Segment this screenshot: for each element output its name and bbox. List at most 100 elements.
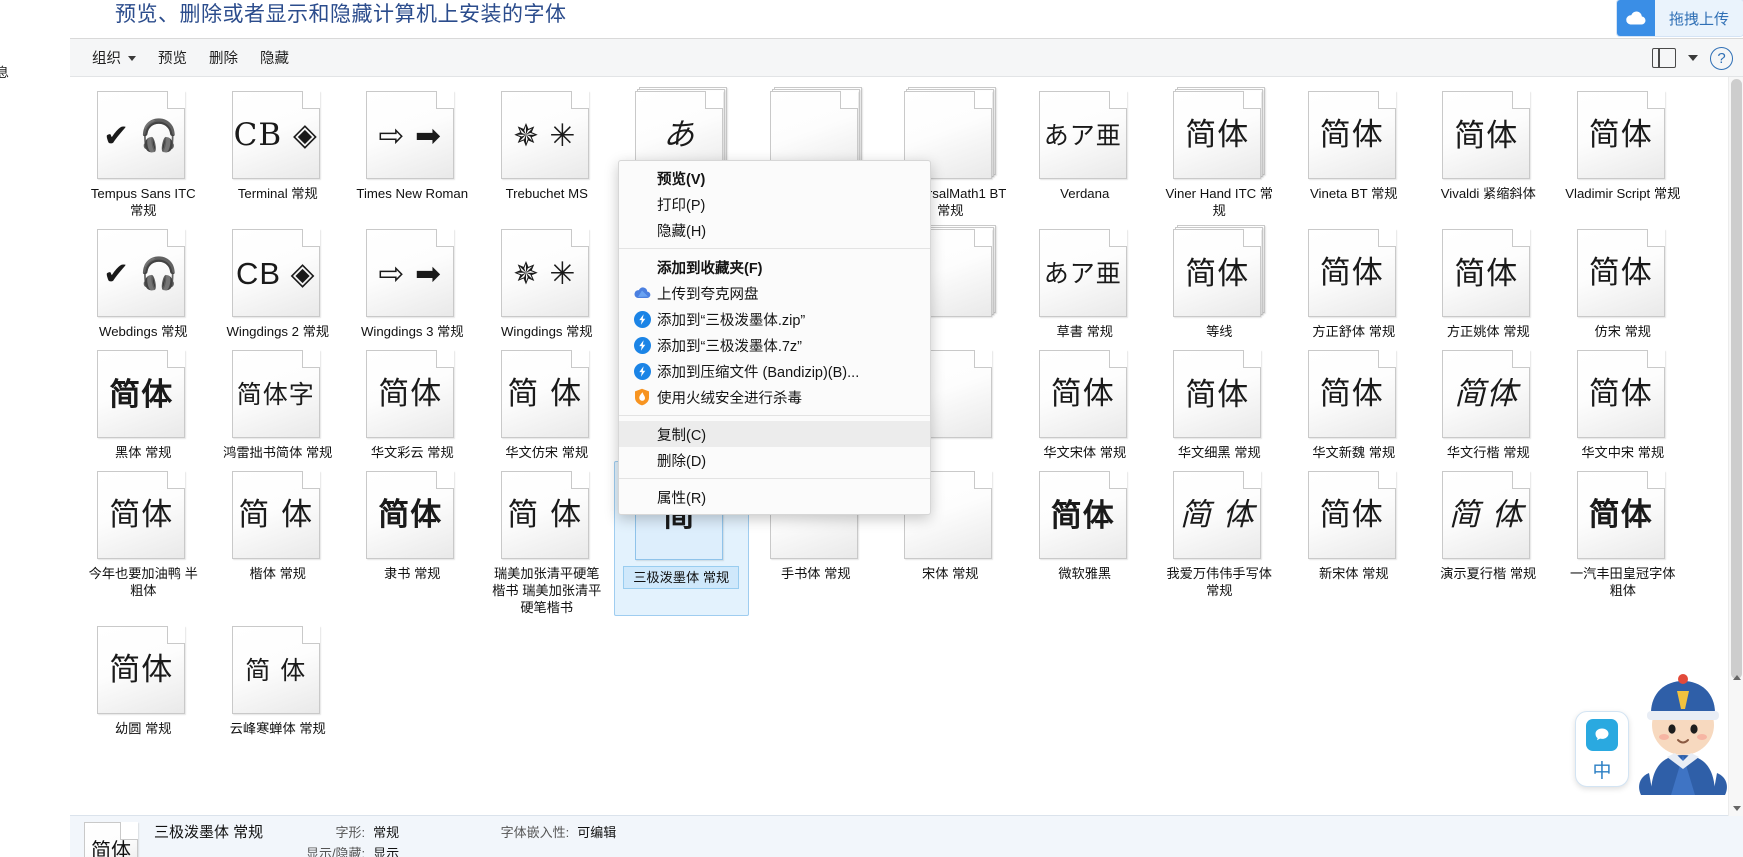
font-tile-thumbnail: 简体 bbox=[1038, 346, 1131, 438]
font-tile-label: Viner Hand ITC 常规 bbox=[1165, 186, 1274, 218]
context-menu-item-label: 添加到压缩文件 (Bandizip)(B)... bbox=[657, 364, 860, 381]
font-tile-label: Tempus Sans ITC 常规 bbox=[90, 186, 196, 218]
context-menu-item[interactable]: 隐藏(H) bbox=[619, 217, 930, 243]
font-tile[interactable]: 简 体华文仿宋 常规 bbox=[480, 340, 615, 461]
font-tile-thumbnail: 简 体 bbox=[231, 467, 324, 559]
context-menu-item-label: 删除(D) bbox=[657, 453, 707, 470]
context-menu-item[interactable]: 上传到夸克网盘 bbox=[619, 280, 930, 306]
context-menu-item[interactable]: 预览(V) bbox=[619, 165, 930, 191]
font-tile-label: 云峰寒蝉体 常规 bbox=[229, 721, 326, 736]
context-menu-separator bbox=[619, 415, 930, 416]
details-value: 显示 bbox=[373, 846, 400, 857]
font-tile[interactable]: 简体 华文中宋 常规 bbox=[1556, 340, 1691, 461]
view-layout-icon[interactable] bbox=[1652, 48, 1676, 68]
context-menu-item[interactable]: 删除(D) bbox=[619, 447, 930, 473]
ime-status-panel[interactable]: 中 bbox=[1575, 711, 1629, 787]
context-menu-item[interactable]: 属性(R) bbox=[619, 484, 930, 510]
font-tile[interactable]: 简 体瑞美加张清平硬笔楷书 瑞美加张清平硬笔楷书 bbox=[480, 461, 615, 616]
toolbar-item-label: 隐藏 bbox=[260, 51, 289, 67]
toolbar-item-label: 预览 bbox=[158, 51, 187, 67]
font-tile[interactable]: CB ◈ Wingdings 2 常规 bbox=[211, 219, 346, 340]
font-tile-label: Trebuchet MS bbox=[505, 186, 588, 201]
context-menu-item[interactable]: 复制(C) bbox=[619, 421, 930, 447]
font-tile[interactable]: 简体 方正舒体 常规 bbox=[1287, 219, 1422, 340]
toolbar-item-preview[interactable]: 预览 bbox=[147, 43, 198, 72]
font-tile-label: 今年也要加油鸭 半粗体 bbox=[88, 566, 198, 598]
font-tile-thumbnail: 简体 bbox=[97, 622, 189, 714]
font-tile[interactable]: 简体字 鸿雷拙书简体 常规 bbox=[211, 340, 346, 461]
font-tile[interactable]: 简体 黑体 常规 bbox=[76, 340, 211, 461]
font-tile[interactable]: 简 体我爱万伟伟手写体 常规 bbox=[1152, 461, 1287, 616]
font-tile[interactable]: 简体 华文彩云 常规 bbox=[345, 340, 480, 461]
font-tile[interactable]: 简体 隶书 常规 bbox=[345, 461, 480, 616]
font-tile[interactable]: ✔ 🎧 Tempus Sans ITC 常规 bbox=[76, 81, 211, 219]
font-tile[interactable]: ⇨ ➡ Wingdings 3 常规 bbox=[345, 219, 480, 340]
font-tile-thumbnail: 简体 bbox=[97, 467, 189, 559]
help-icon[interactable]: ? bbox=[1710, 46, 1733, 70]
font-tile[interactable]: ⇨ ➡ Times New Roman bbox=[345, 81, 480, 219]
font-preview-glyph: 简 体 bbox=[507, 496, 583, 533]
cloud-upload-widget[interactable]: 拖拽上传 bbox=[1616, 0, 1743, 36]
font-tile[interactable]: CB ◈ Terminal 常规 bbox=[211, 81, 346, 219]
font-preview-glyph: 简体 bbox=[1588, 254, 1653, 291]
font-tile-label: 方正舒体 常规 bbox=[1312, 324, 1396, 339]
context-menu[interactable]: 预览(V) 打印(P) 隐藏(H) 添加到收藏夹(F) 上传到夸克网盘 添加到“三极泼墨体… bbox=[618, 160, 931, 515]
font-tile-thumbnail: 简体 bbox=[1576, 467, 1669, 559]
context-menu-item[interactable]: 添加到压缩文件 (Bandizip)(B)... bbox=[619, 358, 930, 384]
details-row: 字形: 常规 bbox=[289, 822, 400, 843]
font-tile-thumbnail: 简体 bbox=[366, 346, 458, 438]
toolbar-item-delete[interactable]: 删除 bbox=[198, 43, 249, 72]
font-tile[interactable]: 简体 仿宋 常规 bbox=[1556, 219, 1691, 340]
toolbar-item-organize[interactable]: 组织 bbox=[81, 43, 147, 72]
font-tile[interactable]: 简体 Viner Hand ITC 常规 bbox=[1152, 81, 1287, 219]
font-tile[interactable]: 简体 方正姚体 常规 bbox=[1421, 219, 1556, 340]
font-tile[interactable]: 简 体楷体 常规 bbox=[211, 461, 346, 616]
bandizip-icon bbox=[629, 310, 655, 328]
scroll-down-arrow-icon[interactable] bbox=[1729, 800, 1743, 816]
font-tile[interactable]: 简体 华文宋体 常规 bbox=[1018, 340, 1153, 461]
scrollbar-thumb[interactable] bbox=[1731, 79, 1742, 679]
font-tile[interactable]: ✔ 🎧 Webdings 常规 bbox=[76, 219, 211, 340]
font-tile[interactable]: 简体 等线 bbox=[1152, 219, 1287, 340]
font-tile-label: 方正姚体 常规 bbox=[1446, 324, 1530, 339]
font-tile[interactable]: 简体 新宋体 常规 bbox=[1287, 461, 1422, 616]
context-menu-item[interactable]: 添加到“三极泼墨体.7z” bbox=[619, 332, 930, 358]
font-tile-thumbnail: 简体 bbox=[1173, 225, 1266, 317]
context-menu-item[interactable]: 添加到“三极泼墨体.zip” bbox=[619, 306, 930, 332]
font-preview-glyph: 简 体 bbox=[245, 655, 307, 685]
font-tile[interactable]: 简体 华文细黑 常规 bbox=[1152, 340, 1287, 461]
view-options-chevron-icon[interactable] bbox=[1688, 55, 1698, 61]
toolbar-item-hide[interactable]: 隐藏 bbox=[249, 43, 300, 72]
font-tile-thumbnail: ✵ ✳ bbox=[500, 225, 593, 317]
font-tile-thumbnail: ✔ 🎧 bbox=[97, 87, 189, 179]
font-tile[interactable]: 简 体云峰寒蝉体 常规 bbox=[211, 616, 346, 737]
font-tile[interactable]: 简体 微软雅黑 bbox=[1018, 461, 1153, 616]
font-tile[interactable]: ✵ ✳ Wingdings 常规 bbox=[480, 219, 615, 340]
font-preview-glyph: 简体 bbox=[378, 375, 443, 412]
font-tile[interactable]: 简体 华文行楷 常规 bbox=[1421, 340, 1556, 461]
font-tile-label: 华文细黑 常规 bbox=[1177, 445, 1261, 460]
context-menu-item[interactable]: 使用火绒安全进行杀毒 bbox=[619, 384, 930, 410]
font-tile-label: Wingdings 2 常规 bbox=[226, 324, 330, 339]
font-tile-thumbnail: 简 体 bbox=[500, 346, 593, 438]
font-tile[interactable]: 简体今年也要加油鸭 半粗体 bbox=[76, 461, 211, 616]
font-tile[interactable]: 简体 华文新魏 常规 bbox=[1287, 340, 1422, 461]
floating-assistant-widget[interactable]: 中 bbox=[1575, 665, 1735, 795]
assistant-character-avatar[interactable] bbox=[1631, 669, 1735, 795]
font-tile[interactable]: 简体 幼圆 常规 bbox=[76, 616, 211, 737]
font-tile[interactable]: 简体 Vladimir Script 常规 bbox=[1556, 81, 1691, 219]
context-menu-item[interactable]: 添加到收藏夹(F) bbox=[619, 254, 930, 280]
font-preview-glyph: 简体 bbox=[109, 376, 174, 412]
font-tile[interactable]: あア亜 Verdana bbox=[1018, 81, 1153, 219]
font-tile[interactable]: ✵ ✳ Trebuchet MS bbox=[480, 81, 615, 219]
font-tile[interactable]: 简体 Vivaldi 紧缩斜体 bbox=[1421, 81, 1556, 219]
ime-mode-label: 中 bbox=[1592, 761, 1612, 782]
font-tile[interactable]: 简体 一汽丰田皇冠字体 粗体 bbox=[1556, 461, 1691, 616]
font-preview-glyph: CB ◈ bbox=[235, 255, 316, 291]
font-tile[interactable]: 简 体演示夏行楷 常规 bbox=[1421, 461, 1556, 616]
font-tile[interactable]: あア亜 草書 常规 bbox=[1018, 219, 1153, 340]
huorong-shield-icon bbox=[629, 388, 655, 406]
font-tile[interactable]: 简体 Vineta BT 常规 bbox=[1287, 81, 1422, 219]
context-menu-item[interactable]: 打印(P) bbox=[619, 191, 930, 217]
font-preview-glyph: 简体 bbox=[1319, 116, 1384, 153]
